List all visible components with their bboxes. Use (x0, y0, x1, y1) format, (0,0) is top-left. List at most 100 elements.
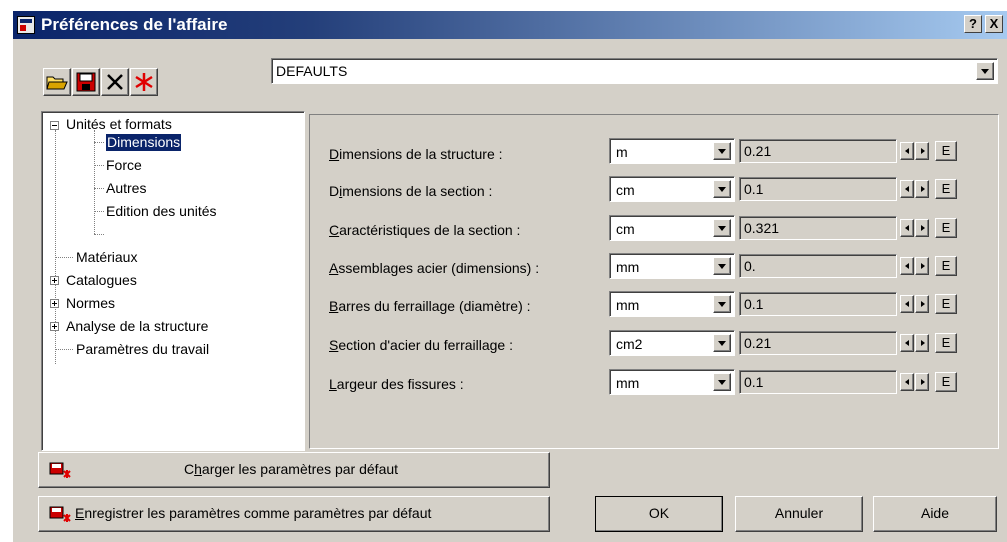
save-defaults-label: Enregistrer les paramètres comme paramèt… (75, 505, 432, 521)
unit-value: m (616, 144, 628, 160)
value-field-barres[interactable]: 0.1 (739, 292, 897, 316)
collapse-icon[interactable] (50, 121, 59, 130)
tree-item-edition-unites[interactable]: Edition des unités (106, 203, 217, 220)
tree-item-materiaux[interactable]: Matériaux (76, 249, 137, 266)
row-label-structure: Dimensions de la structure : (329, 146, 503, 162)
row-label-assemblages: Assemblages acier (dimensions) : (329, 260, 540, 276)
tree-branch-line (94, 234, 104, 235)
edit-format-button[interactable]: E (935, 333, 957, 353)
expand-icon[interactable] (50, 276, 59, 285)
delete-button[interactable] (101, 68, 129, 96)
load-defaults-icon (49, 462, 71, 478)
project-combo-value: DEFAULTS (276, 63, 348, 79)
arrow-right-icon[interactable] (915, 373, 929, 391)
tree-branch-line (94, 142, 104, 143)
tree-branch-line (94, 211, 104, 212)
chevron-down-icon[interactable] (713, 334, 731, 352)
edit-format-button[interactable]: E (935, 141, 957, 161)
project-combo[interactable]: DEFAULTS (271, 58, 998, 84)
arrow-right-icon[interactable] (915, 142, 929, 160)
unit-combo-caracteristiques[interactable]: cm (609, 215, 735, 241)
open-folder-icon (46, 76, 68, 90)
unit-value: cm2 (616, 336, 643, 352)
row-label-fissures: Largeur des fissures : (329, 376, 464, 392)
tree-item-parametres-travail[interactable]: Paramètres du travail (76, 341, 209, 358)
arrow-left-icon[interactable] (900, 334, 914, 352)
chevron-down-icon[interactable] (976, 62, 994, 80)
unit-value: cm (616, 182, 635, 198)
arrow-right-icon[interactable] (915, 257, 929, 275)
save-defaults-button[interactable]: Enregistrer les paramètres comme paramèt… (38, 496, 550, 532)
chevron-down-icon[interactable] (713, 180, 731, 198)
edit-format-button[interactable]: E (935, 256, 957, 276)
value-field-caracteristiques[interactable]: 0.321 (739, 216, 897, 240)
edit-format-button[interactable]: E (935, 179, 957, 199)
value-field-section-acier[interactable]: 0.21 (739, 331, 897, 355)
row-label-caracteristiques: Caractéristiques de la section : (329, 222, 521, 238)
arrow-left-icon[interactable] (900, 219, 914, 237)
delete-x-icon (107, 74, 123, 90)
unit-value: mm (616, 375, 640, 391)
value-field-section[interactable]: 0.1 (739, 177, 897, 201)
unit-combo-section-acier[interactable]: cm2 (609, 330, 735, 356)
unit-combo-barres[interactable]: mm (609, 291, 735, 317)
unit-combo-section[interactable]: cm (609, 176, 735, 202)
reset-button[interactable] (130, 68, 158, 96)
chevron-down-icon[interactable] (713, 257, 731, 275)
load-defaults-label: Charger les paramètres par défaut (184, 461, 399, 477)
arrow-left-icon[interactable] (900, 180, 914, 198)
help-dialog-button[interactable]: Aide (873, 496, 997, 532)
dimensions-panel (309, 114, 999, 449)
unit-value: mm (616, 259, 640, 275)
value-field-structure[interactable]: 0.21 (739, 139, 897, 163)
tree-branch-line (94, 130, 95, 234)
expand-icon[interactable] (50, 299, 59, 308)
edit-format-button[interactable]: E (935, 218, 957, 238)
load-defaults-button[interactable]: Charger les paramètres par défaut (38, 452, 550, 488)
arrow-right-icon[interactable] (915, 219, 929, 237)
category-tree[interactable]: Unités et formats Dimensions Force Autre… (41, 111, 305, 451)
arrow-right-icon[interactable] (915, 334, 929, 352)
arrow-right-icon[interactable] (915, 295, 929, 313)
arrow-left-icon[interactable] (900, 373, 914, 391)
help-button[interactable]: ? (964, 15, 982, 33)
arrow-left-icon[interactable] (900, 142, 914, 160)
value-field-assemblages[interactable]: 0. (739, 254, 897, 278)
chevron-down-icon[interactable] (713, 219, 731, 237)
window-title: Préférences de l'affaire (41, 15, 228, 34)
chevron-down-icon[interactable] (713, 373, 731, 391)
close-button[interactable]: X (985, 15, 1003, 33)
ok-button[interactable]: OK (595, 496, 723, 532)
unit-combo-assemblages[interactable]: mm (609, 253, 735, 279)
save-button[interactable] (72, 68, 100, 96)
unit-value: mm (616, 297, 640, 313)
tree-item-force[interactable]: Force (106, 157, 142, 174)
tree-branch-line (55, 257, 73, 258)
tree-branch-line (55, 349, 73, 350)
expand-icon[interactable] (50, 322, 59, 331)
save-disk-icon (76, 72, 96, 92)
row-label-section-acier: Section d'acier du ferraillage : (329, 337, 514, 353)
tree-item-autres[interactable]: Autres (106, 180, 146, 197)
tree-item-normes[interactable]: Normes (66, 295, 115, 312)
tree-item-dimensions[interactable]: Dimensions (104, 133, 183, 152)
chevron-down-icon[interactable] (713, 295, 731, 313)
edit-format-button[interactable]: E (935, 294, 957, 314)
arrow-left-icon[interactable] (900, 295, 914, 313)
preferences-dialog: Préférences de l'affaire ? X DEFAULTS Un… (12, 10, 1007, 542)
app-icon (17, 16, 35, 34)
value-field-fissures[interactable]: 0.1 (739, 370, 897, 394)
edit-format-button[interactable]: E (935, 372, 957, 392)
tree-item-analyse-structure[interactable]: Analyse de la structure (66, 318, 208, 335)
cancel-button[interactable]: Annuler (735, 496, 863, 532)
save-defaults-icon (49, 506, 71, 522)
arrow-left-icon[interactable] (900, 257, 914, 275)
chevron-down-icon[interactable] (713, 142, 731, 160)
unit-combo-structure[interactable]: m (609, 138, 735, 164)
tree-item-units-formats[interactable]: Unités et formats (66, 116, 172, 133)
arrow-right-icon[interactable] (915, 180, 929, 198)
unit-combo-fissures[interactable]: mm (609, 369, 735, 395)
tree-item-catalogues[interactable]: Catalogues (66, 272, 137, 289)
title-bar[interactable]: Préférences de l'affaire ? X (13, 11, 1007, 39)
open-button[interactable] (43, 68, 71, 96)
